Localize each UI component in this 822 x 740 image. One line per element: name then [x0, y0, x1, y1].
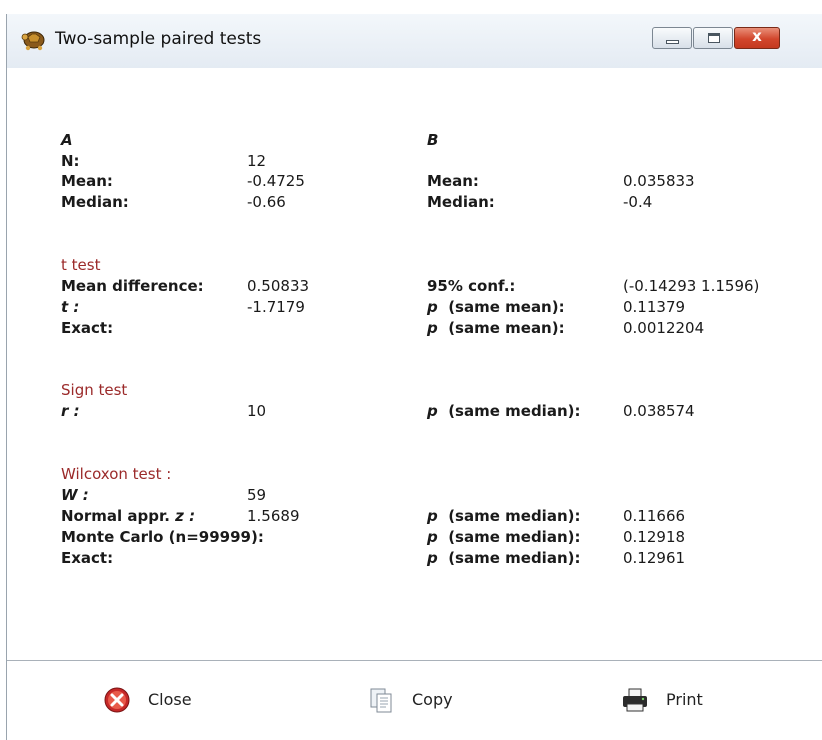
button-bar: Close Copy Print — [7, 660, 822, 740]
results-panel: A B N: 12 Mean: -0.4725 Mean: 0.035833 M… — [7, 68, 822, 660]
minimize-icon — [666, 40, 679, 44]
p-same-mean-value: 0.11379 — [623, 298, 686, 316]
median-a-value: -0.66 — [247, 193, 286, 211]
dialog-window: Two-sample paired tests x A B N: 12 Mean… — [6, 14, 822, 740]
p-same-mean-label: p (same mean): — [427, 297, 565, 317]
sample-b-header: B — [427, 131, 439, 149]
mean-a-value: -0.4725 — [247, 172, 305, 190]
z-symbol: z : — [175, 507, 196, 525]
close-button-label: Close — [148, 690, 192, 709]
wilcoxon-exact-p-value: 0.12961 — [623, 549, 686, 567]
t-statistic-label: t : — [61, 298, 80, 316]
copy-documents-icon — [370, 688, 392, 713]
sample-a-header: A — [61, 131, 73, 149]
p-same-median-text: (same median): — [448, 507, 581, 525]
p-exact-same-mean-label: p (same mean): — [427, 318, 565, 338]
mean-difference-label: Mean difference: — [61, 277, 204, 295]
p-same-median-label: p (same median): — [427, 506, 580, 526]
p-same-median-text: (same median): — [448, 402, 581, 420]
p-exact-same-mean-value: 0.0012204 — [623, 319, 705, 337]
w-label: W : — [61, 486, 89, 504]
window-close-button[interactable]: x — [734, 27, 780, 49]
p-symbol: p — [427, 507, 438, 525]
median-a-label: Median: — [61, 193, 129, 211]
sign-p-value: 0.038574 — [623, 402, 695, 420]
normal-approx-text: Normal appr. — [61, 507, 170, 525]
median-b-label: Median: — [427, 193, 495, 211]
p-same-median-text: (same median): — [448, 549, 581, 567]
copy-button[interactable]: Copy — [367, 661, 497, 739]
p-symbol: p — [427, 402, 438, 420]
normal-approx-label: Normal appr. z : — [61, 506, 195, 526]
normal-p-value: 0.11666 — [623, 507, 686, 525]
monte-carlo-p-value: 0.12918 — [623, 528, 686, 546]
p-same-mean-text: (same mean): — [448, 298, 565, 316]
n-label: N: — [61, 152, 80, 170]
r-value: 10 — [247, 402, 267, 420]
maximize-icon — [708, 33, 720, 43]
close-x-circle-icon — [104, 687, 130, 713]
print-button[interactable]: Print — [621, 661, 751, 739]
n-value: 12 — [247, 152, 267, 170]
close-button[interactable]: Close — [103, 661, 243, 739]
p-same-median-label: p (same median): — [427, 548, 580, 568]
mean-a-label: Mean: — [61, 172, 113, 190]
mean-b-label: Mean: — [427, 172, 479, 190]
median-b-value: -0.4 — [623, 193, 653, 211]
monte-carlo-label: Monte Carlo (n=99999): — [61, 528, 264, 546]
t-test-title: t test — [61, 256, 101, 274]
window-title: Two-sample paired tests — [55, 29, 262, 49]
p-symbol: p — [427, 319, 438, 337]
mean-b-value: 0.035833 — [623, 172, 695, 190]
normal-z-value: 1.5689 — [247, 507, 300, 525]
sign-test-title: Sign test — [61, 381, 128, 399]
p-same-median-label: p (same median): — [427, 527, 580, 547]
r-label: r : — [61, 402, 80, 420]
p-symbol: p — [427, 298, 438, 316]
print-button-label: Print — [666, 690, 703, 709]
p-same-median-text: (same median): — [448, 528, 581, 546]
p-same-mean-text: (same mean): — [448, 319, 565, 337]
conf-interval-label: 95% conf.: — [427, 277, 516, 295]
t-statistic-value: -1.7179 — [247, 298, 305, 316]
w-value: 59 — [247, 486, 267, 504]
wilcoxon-exact-label: Exact: — [61, 549, 114, 567]
close-icon: x — [752, 27, 762, 45]
p-symbol: p — [427, 528, 438, 546]
maximize-button[interactable] — [693, 27, 733, 49]
conf-interval-value: (-0.14293 1.1596) — [623, 277, 760, 295]
t-exact-label: Exact: — [61, 319, 114, 337]
copy-button-label: Copy — [412, 690, 453, 709]
wilcoxon-test-title: Wilcoxon test : — [61, 465, 172, 483]
title-bar[interactable]: Two-sample paired tests x — [7, 14, 822, 68]
p-same-median-label: p (same median): — [427, 401, 580, 421]
printer-icon — [623, 688, 647, 712]
p-symbol: p — [427, 549, 438, 567]
minimize-button[interactable] — [652, 27, 692, 49]
turtle-icon — [21, 31, 45, 51]
mean-difference-value: 0.50833 — [247, 277, 310, 295]
